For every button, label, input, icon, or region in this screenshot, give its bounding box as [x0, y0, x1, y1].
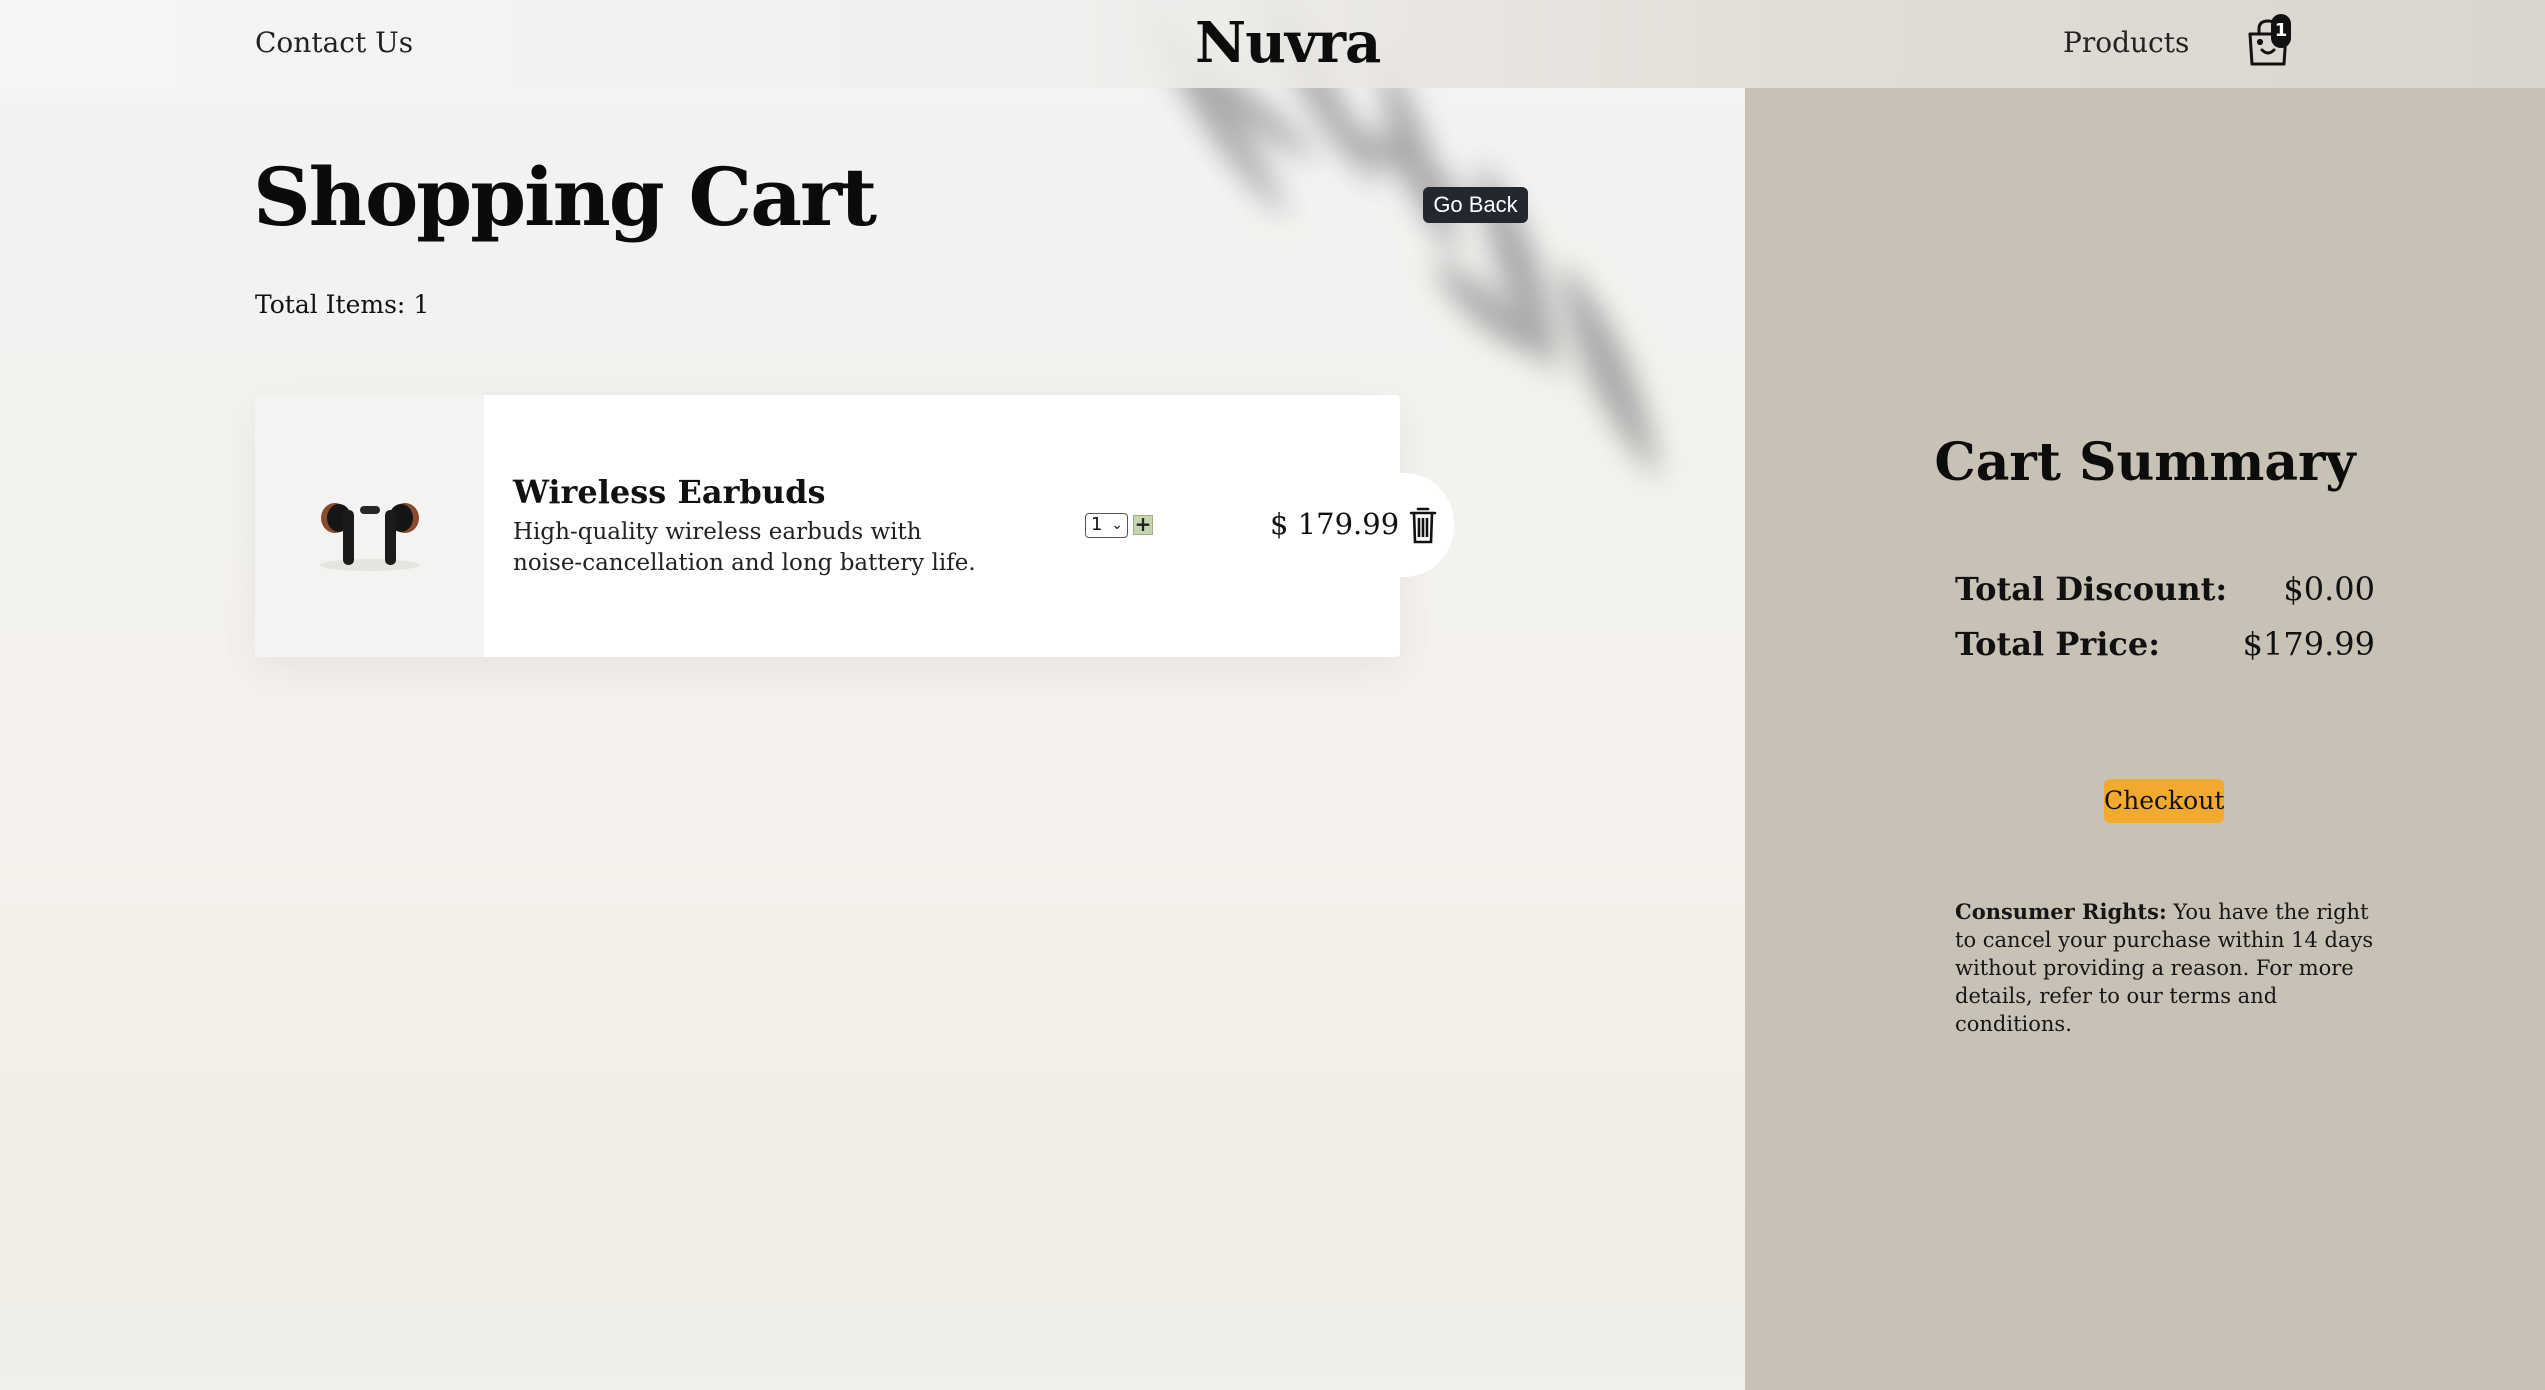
go-back-button[interactable]: Go Back [1423, 187, 1528, 223]
total-items-label: Total Items: [255, 290, 406, 319]
cart-summary-panel [1745, 88, 2545, 1390]
checkout-button[interactable]: Checkout [2104, 779, 2224, 823]
total-price-label: Total Price: [1955, 625, 2161, 663]
quantity-select[interactable]: 1 ⌄ [1085, 513, 1128, 538]
earbuds-image [255, 395, 484, 657]
cart-item-card: Wireless Earbuds High-quality wireless e… [255, 395, 1400, 657]
trash-icon[interactable] [1408, 505, 1438, 545]
top-navbar: Contact Us Nuvra Products 1 [0, 0, 2545, 88]
total-price-row: Total Price: $179.99 [1955, 625, 2375, 669]
total-items-value: 1 [413, 290, 430, 319]
total-discount-value: $0.00 [2283, 570, 2375, 608]
quantity-value: 1 [1091, 514, 1103, 535]
increase-quantity-button[interactable]: + [1133, 514, 1153, 535]
total-price-value: $179.99 [2242, 625, 2375, 663]
consumer-rights-notice: Consumer Rights: You have the right to c… [1955, 898, 2380, 1038]
product-name[interactable]: Wireless Earbuds [513, 473, 825, 511]
product-description: High-quality wireless earbuds with noise… [513, 519, 976, 576]
page-title: Shopping Cart [253, 150, 877, 244]
item-price: $ 179.99 [1270, 507, 1400, 541]
contact-us-link[interactable]: Contact Us [255, 26, 413, 59]
total-discount-label: Total Discount: [1955, 570, 2228, 608]
brand-logo[interactable]: Nuvra [1195, 10, 1381, 76]
cart-count-badge: 1 [2271, 14, 2291, 48]
total-items: Total Items: 1 [255, 290, 429, 319]
consumer-rights-label: Consumer Rights: [1955, 899, 2167, 924]
chevron-down-icon: ⌄ [1111, 517, 1123, 533]
total-discount-row: Total Discount: $0.00 [1955, 570, 2375, 614]
products-link[interactable]: Products [2063, 26, 2189, 59]
cart-summary-title: Cart Summary [1934, 432, 2356, 493]
